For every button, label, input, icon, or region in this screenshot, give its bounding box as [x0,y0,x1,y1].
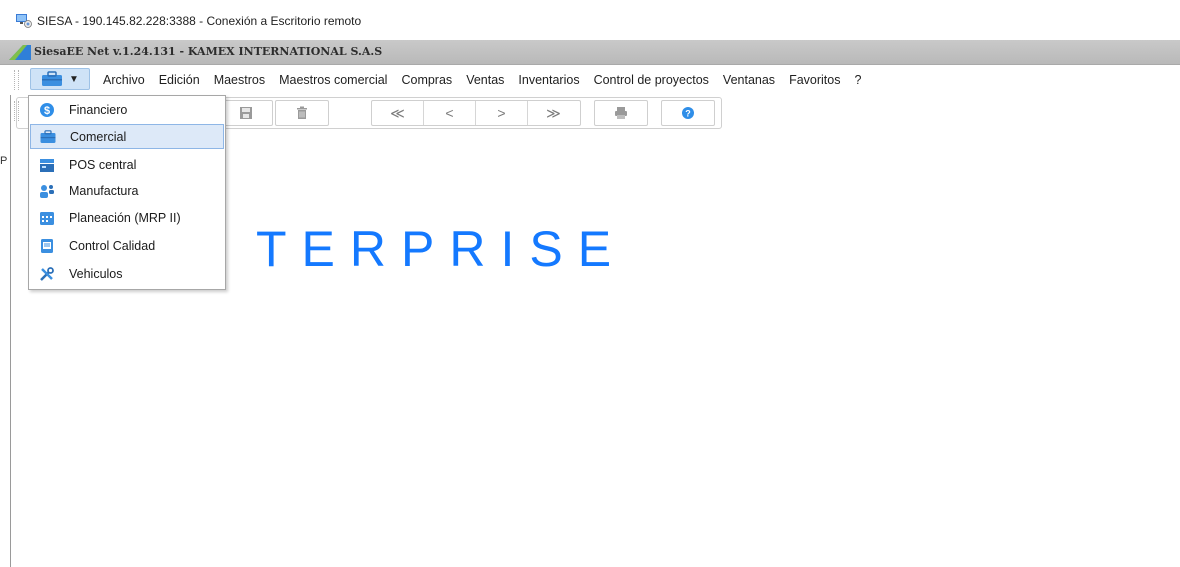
module-item-label: Manufactura [69,183,139,198]
menu-maestros-comercial[interactable]: Maestros comercial [272,71,394,89]
remote-desktop-title: SIESA - 190.145.82.228:3388 - Conexión a… [37,14,362,28]
previous-icon: < [445,105,454,121]
menu-ventas[interactable]: Ventas [459,71,511,89]
module-item-manufactura[interactable]: Manufactura [30,178,224,203]
module-item-label: Planeación (MRP II) [69,210,181,225]
next-icon: > [497,105,506,121]
last-icon: ≫ [546,104,561,121]
toolbar-grip[interactable] [14,101,19,121]
previous-record-button[interactable]: < [424,101,476,125]
delete-button[interactable] [276,101,327,125]
window-left-border [10,65,11,567]
chevron-down-icon: ▼ [69,73,79,85]
menu-help[interactable]: ? [847,71,868,89]
remote-desktop-titlebar: SIESA - 190.145.82.228:3388 - Conexión a… [0,0,1180,40]
toolbar-group-navigation: ≪ < > ≫ [371,100,581,126]
print-button[interactable] [595,101,646,125]
module-item-vehiculos[interactable]: Vehiculos [30,261,224,286]
menubar-grip[interactable] [14,70,19,90]
menu-compras[interactable]: Compras [394,71,459,89]
partial-label: P [0,155,8,167]
module-selector-button[interactable]: ▼ [30,68,90,90]
menu-control-de-proyectos[interactable]: Control de proyectos [587,71,716,89]
module-dropdown-menu: $ Financiero Comercial POS central Manuf… [28,95,226,290]
print-icon [614,107,627,119]
menu-edicion[interactable]: Edición [152,71,207,89]
menu-ventanas[interactable]: Ventanas [716,71,782,89]
first-record-button[interactable]: ≪ [372,101,424,125]
module-item-financiero[interactable]: $ Financiero [30,97,224,122]
save-button[interactable] [220,101,271,125]
module-item-label: Comercial [70,129,127,144]
module-item-label: POS central [69,157,137,172]
first-icon: ≪ [390,104,405,121]
help-button[interactable]: ? [662,101,713,125]
module-item-comercial[interactable]: Comercial [30,124,224,149]
save-icon [239,107,252,119]
module-item-pos-central[interactable]: POS central [30,152,224,177]
toolbar-group-print [594,100,648,126]
delete-icon [296,106,307,119]
dollar-icon: $ [39,102,55,118]
calendar-icon [39,210,55,226]
workers-icon [39,183,55,199]
menu-favoritos[interactable]: Favoritos [782,71,847,89]
tools-icon [39,266,55,282]
toolbar-group-help: ? [661,100,715,126]
cash-register-icon [39,157,55,173]
main-menu: Archivo Edición Maestros Maestros comerc… [96,71,868,89]
toolbar-group-delete [275,100,329,126]
briefcase-icon [40,129,56,145]
menu-maestros[interactable]: Maestros [207,71,272,89]
module-item-control-calidad[interactable]: Control Calidad [30,233,224,258]
next-record-button[interactable]: > [476,101,528,125]
app-titlebar: SiesaEE Net v.1.24.131 - KAMEX INTERNATI… [0,40,1180,65]
svg-text:?: ? [685,109,691,119]
svg-text:$: $ [44,105,50,117]
clipboard-icon [39,238,55,254]
module-item-label: Financiero [69,102,128,117]
menu-archivo[interactable]: Archivo [96,71,152,89]
menu-inventarios[interactable]: Inventarios [511,71,586,89]
briefcase-icon [42,71,62,86]
siesa-logo-icon [9,45,31,60]
module-item-label: Vehiculos [69,266,123,281]
splash-brand-text: TERPRISE [256,221,627,277]
last-record-button[interactable]: ≫ [528,101,579,125]
app-title: SiesaEE Net v.1.24.131 - KAMEX INTERNATI… [34,45,383,58]
module-item-planeacion[interactable]: Planeación (MRP II) [30,205,224,230]
remote-desktop-icon [16,14,32,28]
help-icon: ? [681,107,694,119]
module-item-label: Control Calidad [69,238,156,253]
